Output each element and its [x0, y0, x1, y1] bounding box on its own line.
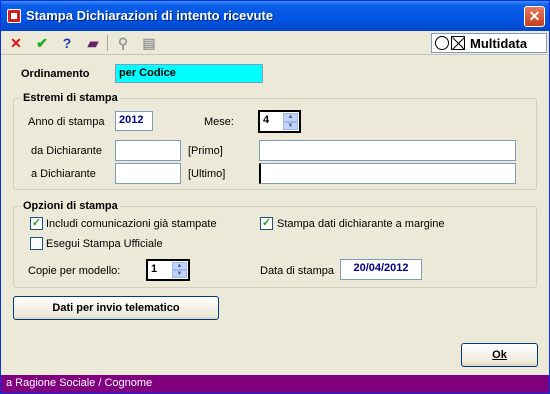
binoculars-icon[interactable]: ⚲	[114, 34, 132, 52]
includi-label: Includi comunicazioni già stampate	[46, 218, 217, 230]
a-dichiarante-name[interactable]	[259, 163, 516, 184]
data-stampa-field[interactable]: 20/04/2012	[340, 259, 422, 280]
window-title: Stampa Dichiarazioni di intento ricevute	[26, 8, 274, 23]
book-icon[interactable]: ▰	[84, 34, 102, 52]
crossed-box-icon	[451, 36, 465, 50]
da-hint: [Primo]	[188, 145, 223, 157]
includi-checkbox[interactable]: ✓	[30, 217, 43, 230]
mese-label: Mese:	[204, 116, 234, 128]
toolbar: ✕ ✔ ? ▰ ⚲ ▤ Multidata	[1, 31, 549, 55]
status-bar: a Ragione Sociale / Cognome	[1, 375, 549, 393]
a-hint: [Ultimo]	[188, 168, 226, 180]
da-dichiarante-name[interactable]	[259, 140, 516, 161]
da-dichiarante-field[interactable]	[115, 140, 181, 161]
a-dichiarante-label: a Dichiarante	[31, 168, 96, 180]
circle-icon	[435, 36, 449, 50]
esegui-checkbox[interactable]	[30, 237, 43, 250]
copie-value: 1	[151, 263, 158, 275]
copie-label: Copie per modello:	[28, 265, 121, 277]
stampa-dati-checkbox[interactable]: ✓	[260, 217, 273, 230]
spin-down-icon[interactable]: ▼	[283, 121, 298, 130]
opzioni-title: Opzioni di stampa	[21, 200, 120, 212]
anno-field[interactable]: 2012	[115, 111, 153, 131]
toolbar-separator	[107, 35, 108, 51]
ok-button[interactable]: Ok	[461, 343, 538, 367]
ordinamento-label: Ordinamento	[21, 68, 90, 80]
brand-name: Multidata	[470, 36, 528, 51]
estremi-title: Estremi di stampa	[21, 92, 120, 104]
spin-up-icon[interactable]: ▲	[283, 113, 298, 122]
brand-logo: Multidata	[431, 33, 547, 53]
dialog-window: Stampa Dichiarazioni di intento ricevute…	[0, 0, 550, 394]
spin-up-icon[interactable]: ▲	[172, 262, 187, 270]
mese-value: 4	[263, 114, 270, 126]
app-icon	[7, 9, 21, 23]
mese-spinner[interactable]: 4 ▲ ▼	[258, 110, 301, 133]
anno-label: Anno di stampa	[28, 116, 105, 128]
dati-telematico-button[interactable]: Dati per invio telematico	[13, 296, 219, 320]
close-button[interactable]: ✕	[524, 6, 545, 27]
data-stampa-label: Data di stampa	[260, 265, 334, 277]
print-preview-icon[interactable]: ▤	[140, 34, 158, 52]
cancel-icon[interactable]: ✕	[7, 34, 25, 52]
a-dichiarante-field[interactable]	[115, 163, 181, 184]
ordinamento-field[interactable]: per Codice	[115, 64, 263, 83]
da-dichiarante-label: da Dichiarante	[31, 145, 102, 157]
stampa-dati-label: Stampa dati dichiarante a margine	[277, 218, 445, 230]
title-bar[interactable]: Stampa Dichiarazioni di intento ricevute…	[1, 1, 549, 31]
confirm-icon[interactable]: ✔	[33, 34, 51, 52]
copie-spinner[interactable]: 1 ▲ ▼	[146, 259, 190, 281]
esegui-label: Esegui Stampa Ufficiale	[46, 238, 163, 250]
help-icon[interactable]: ?	[58, 34, 76, 52]
spin-down-icon[interactable]: ▼	[172, 270, 187, 278]
